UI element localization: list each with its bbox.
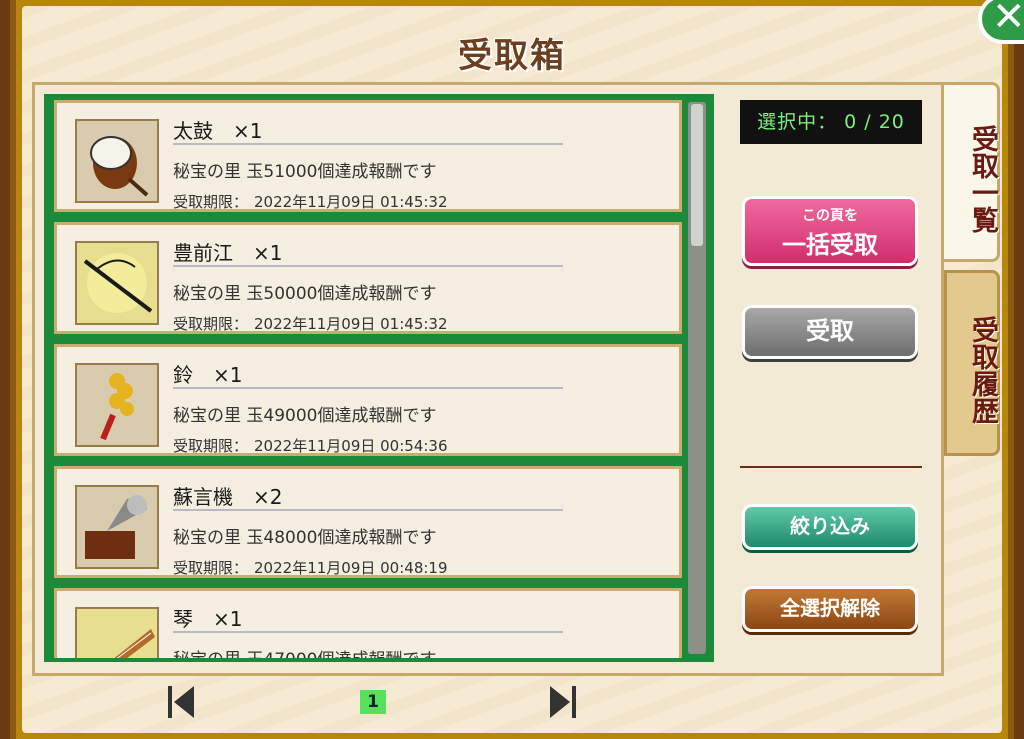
limit-value: 2022年11月09日 01:45:32 — [254, 193, 448, 211]
item-limit: 受取期限： 2022年11月09日 00:48:19 — [173, 557, 454, 578]
item-limit: 受取期限： 2022年11月09日 01:45:32 — [173, 191, 454, 212]
list-item[interactable]: 蘇言機 ×2 秘宝の里 玉48000個達成報酬です 受取期限： 2022年11月0… — [54, 466, 682, 578]
list-scrollbar[interactable] — [688, 102, 706, 654]
limit-label: 受取期限： — [173, 559, 249, 577]
item-name: 蘇言機 ×2 — [173, 481, 563, 511]
bulk-receive-button[interactable]: この頁を 一括受取 — [742, 196, 918, 266]
item-description: 秘宝の里 玉51000個達成報酬です — [173, 162, 437, 182]
filter-button[interactable]: 絞り込み — [742, 504, 918, 550]
item-description: 秘宝の里 玉48000個達成報酬です — [173, 528, 437, 548]
item-description: 秘宝の里 玉49000個達成報酬です — [173, 406, 437, 426]
close-icon: ✕ — [992, 0, 1024, 40]
skip-last-icon — [550, 686, 576, 718]
tab-receive-history[interactable]: 受取履歴 — [944, 270, 1000, 456]
bulk-receive-label: 一括受取 — [782, 231, 878, 259]
limit-label: 受取期限： — [173, 315, 249, 333]
receive-button[interactable]: 受取 — [742, 305, 918, 359]
item-name: 太鼓 ×1 — [173, 115, 563, 145]
last-page-button[interactable] — [548, 686, 576, 718]
first-page-button[interactable] — [168, 686, 196, 718]
page-title: 受取箱 — [458, 36, 566, 76]
item-limit: 受取期限： 2022年11月09日 01:45:32 — [173, 313, 454, 334]
sword-icon — [75, 241, 159, 325]
scrollbar-thumb[interactable] — [691, 104, 703, 246]
item-limit: 受取期限： 2022年11月09日 00:54:36 — [173, 435, 454, 456]
deselect-all-button[interactable]: 全選択解除 — [742, 586, 918, 632]
limit-label: 受取期限： — [173, 193, 249, 211]
item-description: 秘宝の里 玉50000個達成報酬です — [173, 284, 437, 304]
item-list: 太鼓 ×1 秘宝の里 玉51000個達成報酬です 受取期限： 2022年11月09… — [44, 94, 714, 662]
bulk-receive-sublabel: この頁を — [802, 208, 858, 224]
tab-receive-list[interactable]: 受取一覧 — [944, 82, 1000, 262]
item-name: 鈴 ×1 — [173, 359, 563, 389]
gramophone-icon — [75, 485, 159, 569]
item-name: 琴 ×1 — [173, 603, 563, 633]
limit-value: 2022年11月09日 01:45:32 — [254, 315, 448, 333]
item-description: 秘宝の里 玉47000個達成報酬です — [173, 645, 436, 658]
list-item[interactable]: 鈴 ×1 秘宝の里 玉49000個達成報酬です 受取期限： 2022年11月09日… — [54, 344, 682, 456]
item-name: 豊前江 ×1 — [173, 237, 563, 267]
limit-label: 受取期限： — [173, 437, 249, 455]
skip-first-icon — [168, 686, 194, 718]
limit-value: 2022年11月09日 00:48:19 — [254, 559, 448, 577]
item-list-viewport: 太鼓 ×1 秘宝の里 玉51000個達成報酬です 受取期限： 2022年11月09… — [48, 98, 684, 658]
limit-value: 2022年11月09日 00:54:36 — [254, 437, 448, 455]
list-item[interactable]: 太鼓 ×1 秘宝の里 玉51000個達成報酬です 受取期限： 2022年11月09… — [54, 100, 682, 212]
taiko-drum-icon — [75, 119, 159, 203]
koto-icon — [75, 607, 159, 658]
divider — [740, 466, 922, 468]
page-number[interactable]: 1 — [360, 690, 386, 714]
list-item[interactable]: 豊前江 ×1 秘宝の里 玉50000個達成報酬です 受取期限： 2022年11月0… — [54, 222, 682, 334]
selection-counter: 選択中： 0 / 20 — [740, 100, 922, 144]
list-item[interactable]: 琴 ×1 秘宝の里 玉47000個達成報酬です — [54, 588, 682, 658]
bell-icon — [75, 363, 159, 447]
